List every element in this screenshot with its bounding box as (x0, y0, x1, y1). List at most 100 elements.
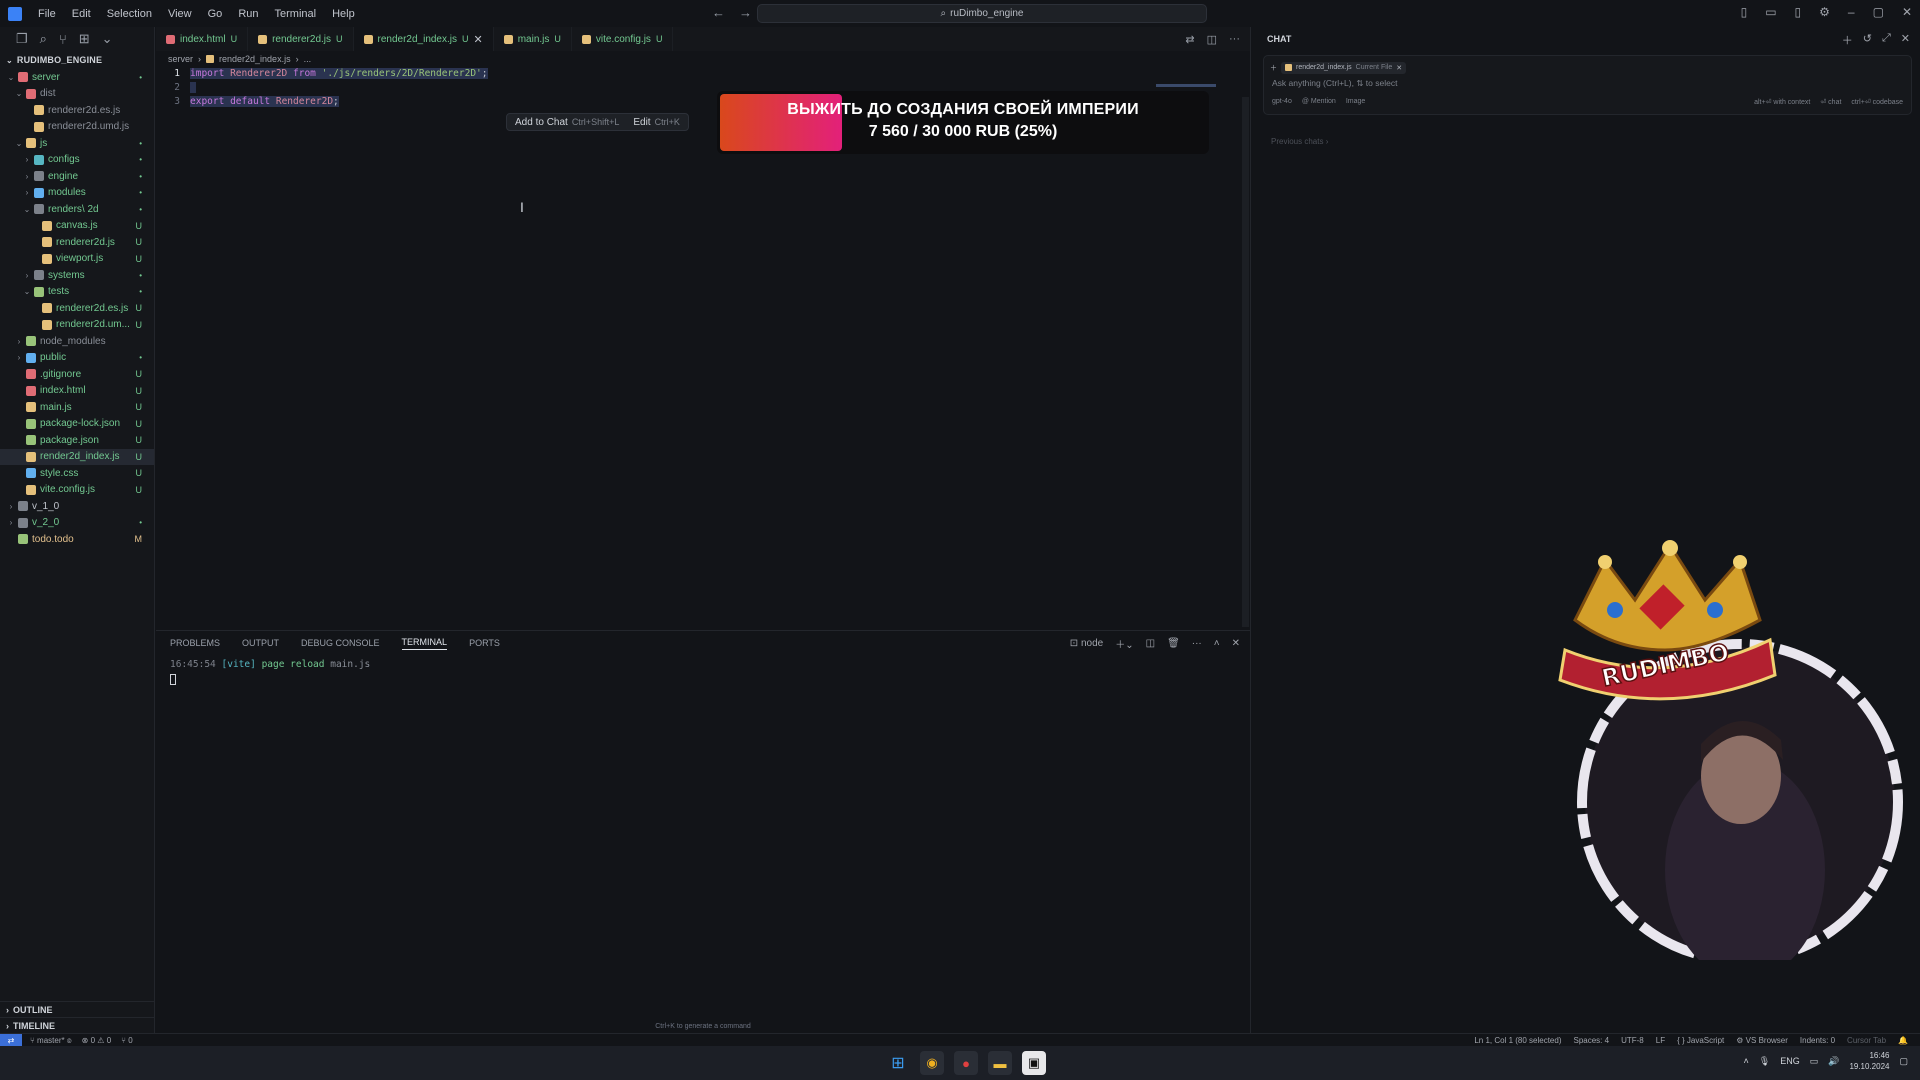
file-explorer-icon[interactable]: ▬ (988, 1051, 1012, 1075)
add-to-chat-button[interactable]: Add to Chat Ctrl+Shift+L (515, 117, 619, 128)
toggle-secondary-sidebar-icon[interactable]: ▯ (1795, 5, 1802, 19)
editor-tab[interactable]: index.html U (156, 27, 249, 51)
add-context-icon[interactable]: ＋ (1270, 63, 1277, 73)
tab-debug-console[interactable]: DEBUG CONSOLE (301, 638, 380, 648)
tab-terminal[interactable]: TERMINAL (401, 637, 448, 650)
editor-tab[interactable]: render2d_index.js U ✕ (353, 27, 494, 51)
terminal-output[interactable]: 16:45:54 [vite] page reload main.js (156, 655, 1250, 692)
context-file-chip[interactable]: render2d_index.js Current File ✕ (1281, 62, 1407, 74)
submit-codebase[interactable]: ctrl+⏎ codebase (1851, 98, 1903, 106)
settings-gear-icon[interactable]: ⚙ (1819, 5, 1830, 19)
chat-input-box[interactable]: ＋ render2d_index.js Current File ✕ Ask a… (1263, 55, 1912, 115)
tree-file[interactable]: renderer2d.um... U (0, 317, 154, 334)
back-arrow-icon[interactable]: ← (712, 5, 725, 20)
line-ending[interactable]: LF (1656, 1036, 1665, 1045)
cursor-position[interactable]: Ln 1, Col 1 (80 selected) (1474, 1036, 1561, 1045)
editor-scrollbar[interactable] (1242, 97, 1249, 627)
tree-folder[interactable]: › configs • (0, 152, 154, 169)
extensions-icon[interactable]: ⊞ (79, 31, 90, 47)
cursor-editor-icon[interactable]: ▣ (1022, 1051, 1046, 1075)
indentation[interactable]: Spaces: 4 (1574, 1036, 1610, 1045)
tree-file[interactable]: renderer2d.es.js (0, 102, 154, 119)
submit-with-context[interactable]: alt+⏎ with context (1754, 98, 1810, 106)
breadcrumb-file[interactable]: render2d_index.js (219, 54, 291, 64)
tree-file[interactable]: vite.config.js U (0, 482, 154, 499)
menu-go[interactable]: Go (200, 8, 231, 20)
minimap-highlight[interactable] (1156, 84, 1216, 87)
new-chat-icon[interactable]: ＋ (1842, 32, 1853, 48)
tree-file[interactable]: style.css U (0, 465, 154, 482)
network-icon[interactable]: ▭ (1810, 1056, 1819, 1067)
minimize-icon[interactable]: – (1848, 5, 1855, 19)
editor-tab[interactable]: vite.config.js U (572, 27, 674, 51)
tree-folder[interactable]: ⌄ dist (0, 86, 154, 103)
notifications-bell-icon[interactable]: 🔔 (1898, 1036, 1908, 1045)
edit-button[interactable]: Edit Ctrl+K (633, 117, 680, 128)
submit-chat[interactable]: ⏎ chat (1820, 98, 1841, 106)
more-actions-icon[interactable]: ··· (1229, 33, 1240, 45)
tree-file[interactable]: package.json U (0, 432, 154, 449)
more-actions-icon[interactable]: ··· (1192, 638, 1202, 649)
search-view-icon[interactable]: ⌕ (40, 31, 47, 47)
recorder-icon[interactable]: ● (954, 1051, 978, 1075)
tree-folder[interactable]: ⌄ server • (0, 69, 154, 86)
expand-icon[interactable]: ⤢ (1882, 32, 1891, 48)
tree-folder[interactable]: › engine • (0, 168, 154, 185)
tab-problems[interactable]: PROBLEMS (170, 638, 220, 648)
toggle-sidebar-icon[interactable]: ▯ (1741, 5, 1748, 19)
open-changes-icon[interactable]: ⇄ (1185, 33, 1194, 46)
history-icon[interactable]: ↺ (1863, 32, 1872, 48)
indents-indicator[interactable]: Indents: 0 (1800, 1036, 1835, 1045)
timeline-section[interactable]: › TIMELINE (0, 1017, 155, 1033)
tree-folder[interactable]: › node_modules (0, 333, 154, 350)
code-line-1[interactable]: 1 import Renderer2D from './js/renders/2… (156, 66, 488, 80)
maximize-icon[interactable]: ▢ (1873, 5, 1884, 19)
split-terminal-icon[interactable]: ◫ (1146, 638, 1155, 649)
tree-file[interactable]: render2d_index.js U (0, 448, 154, 465)
tree-file[interactable]: main.js U (0, 399, 154, 416)
tree-folder[interactable]: ⌄ renders\ 2d • (0, 201, 154, 218)
previous-chats-link[interactable]: Previous chats › (1271, 137, 1920, 146)
source-control-icon[interactable]: ⑂ (59, 32, 67, 47)
menu-terminal[interactable]: Terminal (267, 8, 325, 20)
mention-button[interactable]: @ Mention (1302, 98, 1336, 105)
tree-file[interactable]: renderer2d.umd.js (0, 119, 154, 136)
menu-file[interactable]: File (30, 8, 64, 20)
volume-icon[interactable]: 🔊 (1828, 1056, 1839, 1067)
tree-file[interactable]: canvas.js U (0, 218, 154, 235)
tree-folder[interactable]: › systems • (0, 267, 154, 284)
tree-file[interactable]: .gitignore U (0, 366, 154, 383)
breadcrumb-folder[interactable]: server (168, 54, 193, 64)
menu-run[interactable]: Run (230, 8, 266, 20)
chrome-icon[interactable]: ◉ (920, 1051, 944, 1075)
menu-edit[interactable]: Edit (64, 8, 99, 20)
menu-help[interactable]: Help (324, 8, 363, 20)
tray-chevron-icon[interactable]: ˄ (1743, 1056, 1748, 1066)
maximize-panel-icon[interactable]: ˄ (1214, 638, 1220, 649)
menu-selection[interactable]: Selection (99, 8, 160, 20)
tab-ports[interactable]: PORTS (469, 638, 500, 648)
split-editor-icon[interactable]: ◫ (1207, 33, 1217, 46)
tree-folder[interactable]: › v_2_0 • (0, 515, 154, 532)
code-line-2[interactable]: 2 (156, 80, 196, 94)
clock[interactable]: 16:46 19.10.2024 (1849, 1050, 1889, 1072)
cursor-tab-indicator[interactable]: Cursor Tab (1847, 1036, 1886, 1045)
tree-folder[interactable]: ⌄ js • (0, 135, 154, 152)
model-selector[interactable]: gpt-4o (1272, 98, 1292, 105)
tree-file[interactable]: todo.todo M (0, 531, 154, 548)
close-icon[interactable]: ✕ (1901, 32, 1910, 48)
more-views-chevron-icon[interactable]: ⌄ (102, 31, 113, 47)
editor-tab[interactable]: renderer2d.js U (248, 27, 354, 51)
tree-file[interactable]: package-lock.json U (0, 416, 154, 433)
close-window-icon[interactable]: ✕ (1902, 5, 1912, 19)
notifications-icon[interactable]: ▢ (1899, 1056, 1908, 1067)
encoding[interactable]: UTF-8 (1621, 1036, 1644, 1045)
ports-indicator[interactable]: ⑂ 0 (121, 1036, 133, 1045)
tree-folder[interactable]: › v_1_0 (0, 498, 154, 515)
files-icon[interactable]: ❐ (16, 31, 28, 47)
toggle-panel-icon[interactable]: ▭ (1765, 5, 1776, 19)
explorer-root[interactable]: ⌄ RUDIMBO_ENGINE (0, 51, 154, 69)
new-terminal-icon[interactable]: ＋⌄ (1115, 636, 1133, 651)
menu-view[interactable]: View (160, 8, 200, 20)
tree-file[interactable]: renderer2d.js U (0, 234, 154, 251)
